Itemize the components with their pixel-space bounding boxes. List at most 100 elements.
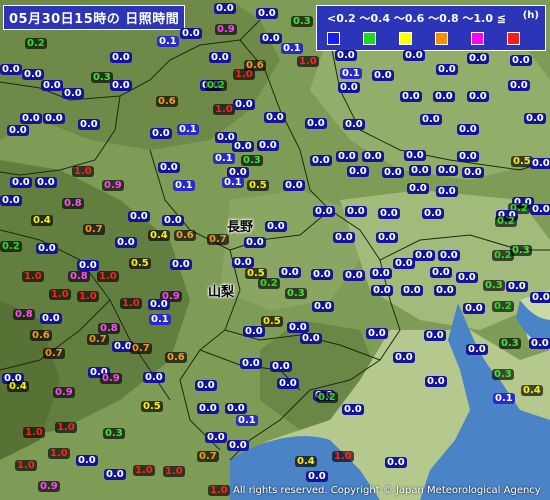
- station-value: 0.3: [241, 155, 263, 166]
- station-value: 0.2: [492, 301, 514, 312]
- station-value: 0.9: [215, 24, 237, 35]
- station-value: 0.0: [462, 167, 484, 178]
- station-value: 0.0: [430, 267, 452, 278]
- station-value: 0.0: [287, 322, 309, 333]
- station-value: 0.1: [177, 124, 199, 135]
- station-value: 0.0: [265, 221, 287, 232]
- station-value: 0.5: [261, 316, 283, 327]
- station-value: 0.1: [157, 36, 179, 47]
- station-value: 0.0: [425, 376, 447, 387]
- station-value: 0.1: [340, 68, 362, 79]
- station-value: 0.0: [306, 471, 328, 482]
- station-value: 0.0: [382, 167, 404, 178]
- station-value: 0.5: [247, 180, 269, 191]
- legend-unit: (h): [522, 10, 539, 21]
- station-value: 0.0: [463, 303, 485, 314]
- station-value: 0.0: [143, 372, 165, 383]
- station-value: 0.8: [98, 323, 120, 334]
- station-value: 0.8: [13, 309, 35, 320]
- station-value: 0.0: [227, 440, 249, 451]
- station-value: 1.0: [72, 166, 94, 177]
- station-value: 0.0: [279, 267, 301, 278]
- station-value: 0.0: [422, 208, 444, 219]
- station-value: 0.0: [148, 299, 170, 310]
- station-value: 0.5: [141, 401, 163, 412]
- legend-swatch-1: [363, 32, 376, 45]
- station-value: 0.0: [508, 80, 530, 91]
- station-value: 0.0: [257, 140, 279, 151]
- station-value: 0.0: [43, 113, 65, 124]
- station-value: 0.0: [530, 158, 550, 169]
- station-value: 0.3: [483, 280, 505, 291]
- station-value: 0.0: [436, 64, 458, 75]
- station-value: 0.0: [225, 403, 247, 414]
- station-value: 0.0: [162, 215, 184, 226]
- station-value: 0.0: [240, 358, 262, 369]
- station-value: 0.0: [436, 186, 458, 197]
- station-value: 0.0: [336, 151, 358, 162]
- legend-labels: <0.2 〜0.4 〜0.6 〜0.8 〜1.0 ≦: [327, 12, 507, 25]
- station-value: 0.0: [456, 272, 478, 283]
- station-value: 1.0: [297, 56, 319, 67]
- station-value: 0.7: [197, 451, 219, 462]
- station-value: 0.7: [207, 234, 229, 245]
- station-value: 0.0: [62, 88, 84, 99]
- station-value: 0.0: [404, 150, 426, 161]
- station-value: 0.0: [343, 270, 365, 281]
- station-value: 0.3: [510, 245, 532, 256]
- station-value: 0.2: [258, 278, 280, 289]
- station-value: 0.0: [35, 177, 57, 188]
- station-value: 0.2: [316, 392, 338, 403]
- station-value: 0.0: [393, 352, 415, 363]
- station-value: 0.0: [524, 113, 546, 124]
- station-value: 0.1: [213, 153, 235, 164]
- station-value: 0.0: [436, 165, 458, 176]
- station-value: 0.4: [521, 385, 543, 396]
- station-value: 0.3: [492, 369, 514, 380]
- station-value: 0.0: [232, 257, 254, 268]
- station-value: 0.2: [205, 80, 227, 91]
- station-value: 0.0: [407, 183, 429, 194]
- station-value: 0.0: [305, 118, 327, 129]
- station-value: 0.0: [312, 301, 334, 312]
- station-value: 0.9: [53, 387, 75, 398]
- legend-swatch-3: [435, 32, 448, 45]
- station-value: 0.0: [209, 52, 231, 63]
- station-value: 0.1: [493, 393, 515, 404]
- station-value: 0.0: [36, 243, 58, 254]
- station-value: 0.1: [149, 314, 171, 325]
- station-value: 0.7: [43, 348, 65, 359]
- station-value: 0.0: [158, 162, 180, 173]
- station-value: 0.8: [68, 271, 90, 282]
- station-value: 0.7: [130, 343, 152, 354]
- station-value: 1.0: [22, 271, 44, 282]
- legend-swatch-2: [399, 32, 412, 45]
- station-value: 0.0: [313, 206, 335, 217]
- station-value: 0.0: [457, 124, 479, 135]
- station-value: 0.0: [457, 151, 479, 162]
- sunshine-map: 05月30日15時の 日照時間 <0.2 〜0.4 〜0.6 〜0.8 〜1.0…: [0, 0, 550, 500]
- station-value: 0.0: [529, 338, 550, 349]
- legend: <0.2 〜0.4 〜0.6 〜0.8 〜1.0 ≦ (h): [316, 5, 546, 51]
- station-value: 0.0: [41, 80, 63, 91]
- station-value: 0.2: [25, 38, 47, 49]
- station-value: 0.6: [165, 352, 187, 363]
- station-value: 0.0: [338, 82, 360, 93]
- station-value: 0.0: [214, 3, 236, 14]
- station-value: 0.4: [148, 230, 170, 241]
- station-value: 1.0: [208, 485, 230, 496]
- station-value: 0.5: [129, 258, 151, 269]
- station-value: 0.0: [264, 112, 286, 123]
- station-value: 0.0: [128, 211, 150, 222]
- station-value: 0.0: [362, 151, 384, 162]
- station-value: 0.4: [295, 456, 317, 467]
- station-value: 1.0: [97, 271, 119, 282]
- station-value: 1.0: [163, 466, 185, 477]
- station-value: 0.0: [433, 91, 455, 102]
- station-value: 0.0: [244, 237, 266, 248]
- station-value: 1.0: [49, 289, 71, 300]
- station-value: 0.0: [343, 119, 365, 130]
- station-value: 0.9: [102, 180, 124, 191]
- station-value: 0.6: [30, 330, 52, 341]
- station-value: 1.0: [15, 460, 37, 471]
